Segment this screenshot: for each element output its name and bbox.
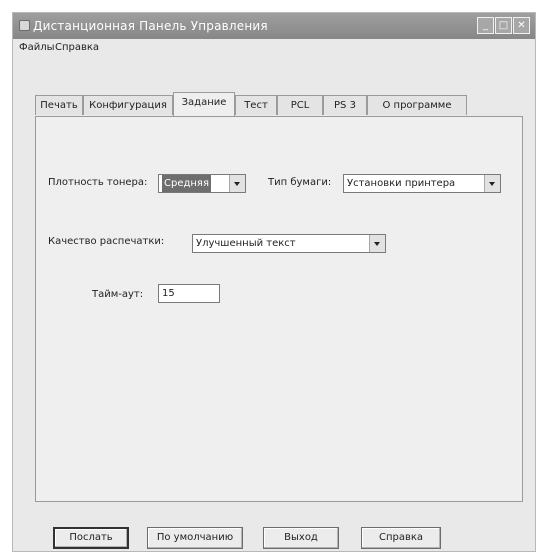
tab-pcl[interactable]: PCL xyxy=(277,95,323,115)
timeout-input[interactable]: 15 xyxy=(158,284,220,303)
chevron-down-icon[interactable] xyxy=(229,175,245,192)
paper-type-select[interactable]: Установки принтера xyxy=(343,174,501,193)
job-settings-panel: Плотность тонера: Средняя Тип бумаги: Ус… xyxy=(35,116,523,502)
tab-print[interactable]: Печать xyxy=(35,95,83,115)
paper-type-value: Установки принтера xyxy=(347,178,456,189)
menu-bar: Файлы Справка xyxy=(13,39,535,57)
minimize-button[interactable]: _ xyxy=(477,17,494,34)
app-icon xyxy=(19,20,30,31)
tab-configuration[interactable]: Конфигурация xyxy=(83,95,173,115)
timeout-label: Тайм-аут: xyxy=(92,289,144,300)
maximize-button[interactable]: □ xyxy=(495,17,512,34)
tab-about[interactable]: О программе xyxy=(367,95,467,115)
exit-button[interactable]: Выход xyxy=(263,527,339,549)
send-button[interactable]: Послать xyxy=(53,527,129,549)
close-button[interactable]: ✕ xyxy=(513,17,530,34)
toner-density-label: Плотность тонера: xyxy=(48,177,148,188)
help-button[interactable]: Справка xyxy=(361,527,441,549)
window-title: Дистанционная Панель Управления xyxy=(33,19,268,33)
menu-help[interactable]: Справка xyxy=(55,42,99,53)
chevron-down-icon[interactable] xyxy=(484,175,500,192)
tab-ps3[interactable]: PS 3 xyxy=(323,95,367,115)
app-window: Дистанционная Панель Управления _ □ ✕ Фа… xyxy=(12,12,536,552)
default-button[interactable]: По умолчанию xyxy=(147,527,243,549)
paper-type-label: Тип бумаги: xyxy=(268,177,332,188)
print-quality-select[interactable]: Улучшенный текст xyxy=(192,234,386,253)
chevron-down-icon[interactable] xyxy=(369,235,385,252)
print-quality-label: Качество распечатки: xyxy=(48,236,165,247)
print-quality-value: Улучшенный текст xyxy=(196,238,296,249)
toner-density-select[interactable]: Средняя xyxy=(158,174,246,193)
tab-test[interactable]: Тест xyxy=(235,95,277,115)
toner-density-value: Средняя xyxy=(162,175,211,192)
menu-files[interactable]: Файлы xyxy=(19,42,55,53)
tab-job[interactable]: Задание xyxy=(173,92,235,116)
title-bar[interactable]: Дистанционная Панель Управления _ □ ✕ xyxy=(13,13,535,39)
